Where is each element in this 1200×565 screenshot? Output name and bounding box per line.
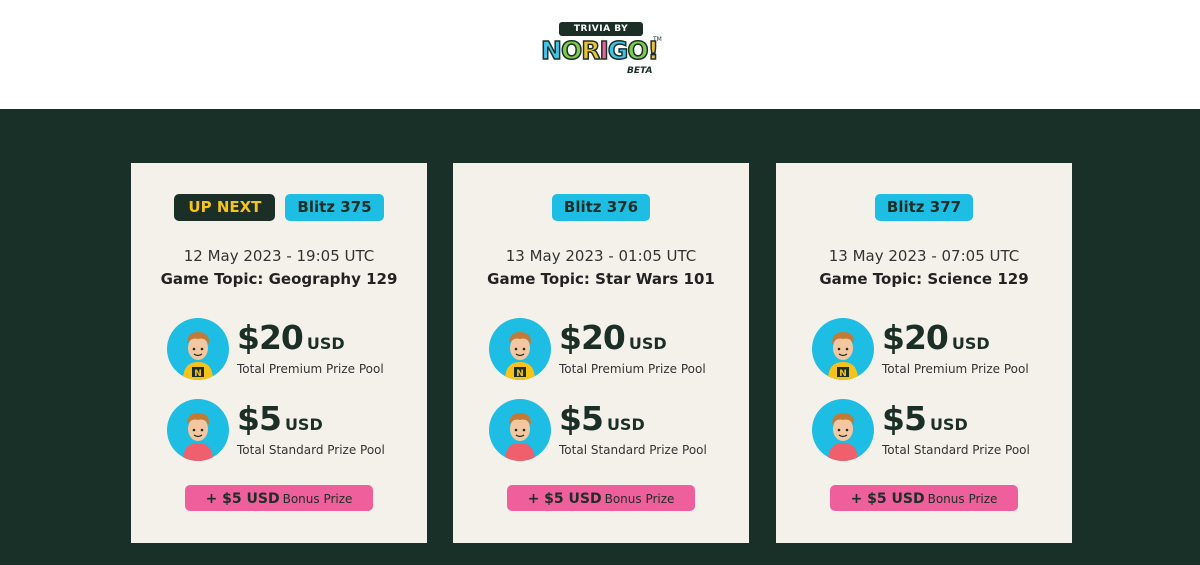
standard-prize-pool: $5 USD Total Standard Prize Pool — [167, 399, 407, 463]
logo-wordmark: N O R I G O ! — [540, 35, 660, 66]
logo-letter: O — [627, 35, 650, 66]
standard-prize-pool: $5 USD Total Standard Prize Pool — [812, 399, 1052, 463]
bonus-amount: + $5 USD — [850, 491, 925, 507]
premium-prize-pool: N $20 USD Total Premium Prize Pool — [812, 318, 1052, 382]
game-topic: Game Topic: Geography 129 — [160, 270, 398, 288]
svg-text:N: N — [516, 369, 524, 379]
up-next-badge: UP NEXT — [174, 194, 276, 221]
standard-player-avatar-icon — [812, 399, 874, 461]
bonus-label: Bonus Prize — [604, 492, 675, 506]
bonus-label: Bonus Prize — [927, 492, 998, 506]
standard-player-avatar-icon — [167, 399, 229, 461]
game-card[interactable]: Blitz 377 13 May 2023 - 07:05 UTC Game T… — [776, 163, 1072, 543]
game-date: 13 May 2023 - 01:05 UTC — [505, 247, 697, 265]
bonus-amount: + $5 USD — [205, 491, 280, 507]
bonus-prize-badge: + $5 USD Bonus Prize — [185, 485, 373, 511]
logo-letter: G — [607, 35, 629, 66]
logo-letter: I — [599, 35, 610, 66]
bonus-prize-badge: + $5 USD Bonus Prize — [507, 485, 695, 511]
logo-beta-label: BETA — [627, 66, 653, 76]
standard-player-avatar-icon — [489, 399, 551, 461]
card-badges: Blitz 376 — [453, 194, 749, 221]
premium-player-avatar-icon: N — [167, 318, 229, 380]
premium-pool-label: Total Premium Prize Pool — [882, 362, 1029, 376]
bonus-label: Bonus Prize — [282, 492, 353, 506]
standard-pool-label: Total Standard Prize Pool — [237, 443, 385, 457]
blitz-number-badge: Blitz 375 — [285, 194, 384, 221]
premium-player-avatar-icon: N — [812, 318, 874, 380]
bonus-prize-badge: + $5 USD Bonus Prize — [830, 485, 1018, 511]
svg-text:N: N — [839, 369, 847, 379]
site-header: TRIVIA BY N O R I G O ! TM BETA — [0, 0, 1200, 109]
standard-amount: $5 USD — [882, 399, 968, 438]
premium-player-avatar-icon: N — [489, 318, 551, 380]
card-badges: UP NEXT Blitz 375 — [131, 194, 427, 221]
logo-letter: R — [580, 35, 601, 66]
premium-amount: $20 USD — [882, 318, 990, 357]
logo-trademark: TM — [653, 36, 662, 43]
game-card[interactable]: Blitz 376 13 May 2023 - 01:05 UTC Game T… — [453, 163, 749, 543]
logo-letter: N — [540, 35, 562, 66]
standard-amount: $5 USD — [237, 399, 323, 438]
blitz-number-badge: Blitz 376 — [551, 194, 651, 221]
premium-amount: $20 USD — [237, 318, 345, 357]
blitz-number-badge: Blitz 377 — [874, 194, 974, 221]
game-date: 13 May 2023 - 07:05 UTC — [828, 247, 1020, 265]
premium-prize-pool: N $20 USD Total Premium Prize Pool — [489, 318, 729, 382]
standard-pool-label: Total Standard Prize Pool — [882, 443, 1030, 457]
game-date: 12 May 2023 - 19:05 UTC — [183, 247, 375, 265]
premium-pool-label: Total Premium Prize Pool — [559, 362, 706, 376]
premium-pool-label: Total Premium Prize Pool — [237, 362, 384, 376]
premium-amount: $20 USD — [559, 318, 667, 357]
standard-amount: $5 USD — [559, 399, 645, 438]
standard-pool-label: Total Standard Prize Pool — [559, 443, 707, 457]
game-card[interactable]: UP NEXT Blitz 375 12 May 2023 - 19:05 UT… — [131, 163, 427, 543]
logo-trivia-by-label: TRIVIA BY — [559, 22, 643, 36]
game-topic: Game Topic: Science 129 — [819, 270, 1029, 288]
standard-prize-pool: $5 USD Total Standard Prize Pool — [489, 399, 729, 463]
premium-prize-pool: N $20 USD Total Premium Prize Pool — [167, 318, 407, 382]
norigo-trivia-logo[interactable]: TRIVIA BY N O R I G O ! TM BETA — [537, 22, 663, 80]
bonus-amount: + $5 USD — [527, 491, 602, 507]
game-topic: Game Topic: Star Wars 101 — [487, 270, 715, 288]
logo-letter: O — [560, 35, 583, 66]
svg-text:N: N — [194, 369, 202, 379]
card-badges: Blitz 377 — [776, 194, 1072, 221]
